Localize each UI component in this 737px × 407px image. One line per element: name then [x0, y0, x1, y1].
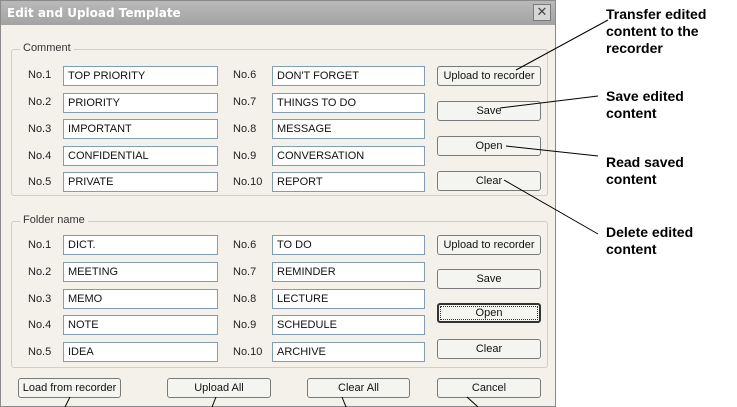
transfer-callout-line [515, 19, 609, 71]
read-callout-line [505, 145, 599, 157]
clear-all-pointer-line [341, 396, 347, 407]
callout-lines [64, 19, 609, 407]
transfer-callout: Transfer edited content to the recorder [606, 6, 707, 56]
load-pointer-line [64, 396, 71, 407]
delete-callout: Delete edited content [606, 224, 694, 257]
cancel-pointer-line [466, 396, 479, 407]
save-callout: Save edited content [606, 88, 684, 121]
upload-all-pointer-line [211, 396, 217, 407]
delete-callout-line [503, 179, 599, 235]
read-callout: Read saved content [606, 154, 684, 187]
save-callout-line [499, 95, 599, 109]
